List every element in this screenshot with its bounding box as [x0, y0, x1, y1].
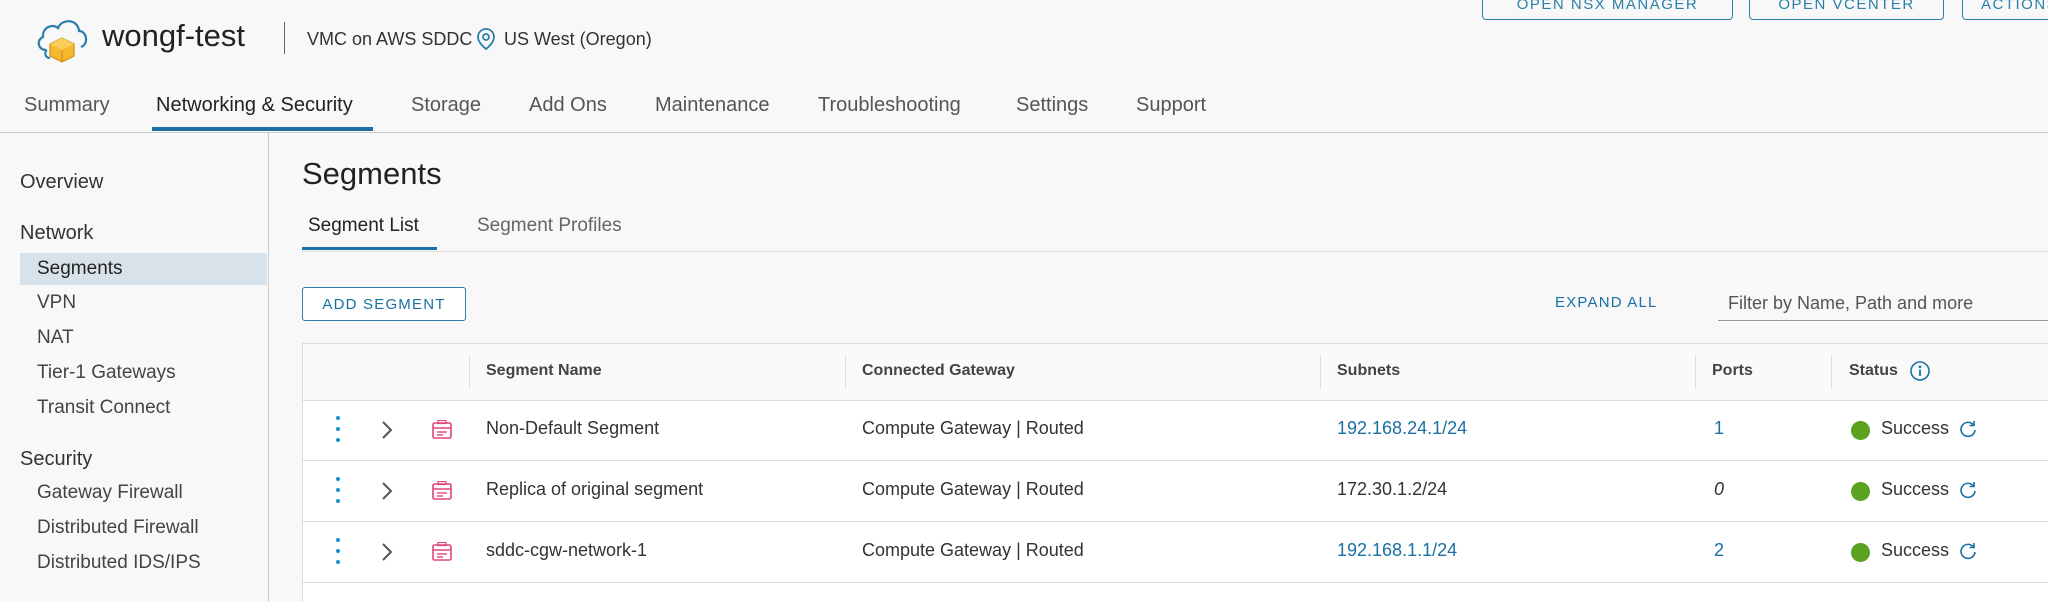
- connected-gateway: Compute Gateway | Routed: [862, 540, 1084, 560]
- refresh-icon[interactable]: [1958, 480, 1978, 500]
- ports-count: 0: [1714, 479, 1725, 499]
- segment-icon: [432, 481, 452, 500]
- status-text: Success: [1881, 479, 1950, 499]
- segment-name: Non-Default Segment: [486, 418, 660, 438]
- tab-settings[interactable]: Settings: [1016, 94, 1088, 117]
- actions-button[interactable]: ACTIONS: [1962, 0, 2048, 20]
- status-text: Success: [1881, 418, 1950, 438]
- sidebar-heading-network: Network: [20, 222, 94, 244]
- segment-icon: [432, 542, 452, 561]
- header-bar: wongf-test VMC on AWS SDDC US West (Oreg…: [0, 0, 2048, 74]
- segment-name: sddc-cgw-network-1: [486, 540, 648, 560]
- table-row[interactable]: Replica of original segment Compute Gate…: [303, 461, 2048, 522]
- active-tab-indicator: [152, 127, 373, 131]
- row-actions-menu-icon[interactable]: [334, 538, 342, 566]
- column-header-ports[interactable]: Ports: [1712, 362, 1753, 380]
- sidebar-item-gateway-firewall[interactable]: Gateway Firewall: [20, 477, 267, 509]
- subnet-link[interactable]: 192.168.24.1/24: [1337, 418, 1467, 439]
- subnet-text: 172.30.1.2/24: [1337, 479, 1448, 499]
- sddc-type-label: VMC on AWS SDDC: [307, 29, 473, 49]
- success-status-icon: [1851, 421, 1870, 440]
- sidebar-heading-security: Security: [20, 448, 93, 470]
- sidebar: Overview Network Segments VPN NAT Tier-1…: [0, 132, 269, 602]
- status-text: Success: [1881, 540, 1950, 560]
- sub-tab-bar: Segment List Segment Profiles: [302, 206, 2048, 252]
- sidebar-item-vpn[interactable]: VPN: [20, 287, 267, 319]
- sidebar-item-transit-connect[interactable]: Transit Connect: [20, 392, 267, 424]
- column-header-status[interactable]: Status: [1849, 362, 1898, 380]
- success-status-icon: [1851, 482, 1870, 501]
- connected-gateway: Compute Gateway | Routed: [862, 418, 1084, 438]
- tab-maintenance[interactable]: Maintenance: [655, 94, 770, 117]
- success-status-icon: [1851, 543, 1870, 562]
- refresh-icon[interactable]: [1958, 419, 1978, 439]
- region-label: US West (Oregon): [504, 29, 652, 49]
- sidebar-item-distributed-ids-ips[interactable]: Distributed IDS/IPS: [20, 547, 267, 579]
- tab-segment-list[interactable]: Segment List: [308, 215, 419, 237]
- column-separator: [845, 356, 846, 388]
- column-header-subnets[interactable]: Subnets: [1337, 362, 1400, 380]
- table-row[interactable]: Non-Default Segment Compute Gateway | Ro…: [303, 400, 2048, 461]
- tab-troubleshooting[interactable]: Troubleshooting: [818, 94, 961, 117]
- filter-input[interactable]: [1718, 287, 2048, 321]
- segments-table: Segment Name Connected Gateway Subnets P…: [302, 343, 2048, 602]
- column-separator: [1831, 356, 1832, 388]
- column-header-segment-name[interactable]: Segment Name: [486, 362, 602, 380]
- row-actions-menu-icon[interactable]: [334, 416, 342, 444]
- vmc-cloud-logo-icon: [37, 20, 88, 63]
- sidebar-item-segments[interactable]: Segments: [20, 253, 267, 285]
- chevron-right-icon[interactable]: [381, 420, 393, 440]
- segment-name: Replica of original segment: [486, 479, 704, 499]
- sidebar-item-nat[interactable]: NAT: [20, 322, 267, 354]
- header-divider: [284, 22, 285, 54]
- table-row[interactable]: sddc-cgw-network-1 Compute Gateway | Rou…: [303, 522, 2048, 583]
- active-subtab-indicator: [302, 247, 437, 250]
- tab-networking-security[interactable]: Networking & Security: [156, 94, 353, 117]
- segment-icon: [432, 420, 452, 439]
- tab-storage[interactable]: Storage: [411, 94, 481, 117]
- open-nsx-manager-button[interactable]: OPEN NSX MANAGER: [1482, 0, 1733, 20]
- sidebar-item-distributed-firewall[interactable]: Distributed Firewall: [20, 512, 267, 544]
- tab-segment-profiles[interactable]: Segment Profiles: [477, 215, 622, 237]
- sidebar-item-tier1-gateways[interactable]: Tier-1 Gateways: [20, 357, 267, 389]
- main-tab-bar: Summary Networking & Security Storage Ad…: [0, 80, 2048, 133]
- subnet-link[interactable]: 192.168.1.1/24: [1337, 540, 1457, 561]
- add-segment-button[interactable]: ADD SEGMENT: [302, 287, 466, 321]
- column-separator: [1320, 356, 1321, 388]
- sidebar-item-overview[interactable]: Overview: [20, 171, 103, 194]
- chevron-right-icon[interactable]: [381, 481, 393, 501]
- tab-summary[interactable]: Summary: [24, 94, 110, 117]
- refresh-icon[interactable]: [1958, 541, 1978, 561]
- tab-add-ons[interactable]: Add Ons: [529, 94, 607, 117]
- chevron-right-icon[interactable]: [381, 542, 393, 562]
- expand-all-link[interactable]: EXPAND ALL: [1555, 294, 1658, 311]
- ports-link[interactable]: 2: [1714, 540, 1724, 561]
- table-header: Segment Name Connected Gateway Subnets P…: [303, 344, 2048, 401]
- column-header-connected-gateway[interactable]: Connected Gateway: [862, 362, 1015, 380]
- location-pin-icon: [477, 28, 495, 51]
- open-vcenter-button[interactable]: OPEN VCENTER: [1749, 0, 1944, 20]
- app-title: wongf-test: [102, 18, 246, 53]
- column-separator: [469, 356, 470, 388]
- connected-gateway: Compute Gateway | Routed: [862, 479, 1084, 499]
- page-title: Segments: [302, 156, 442, 191]
- tab-support[interactable]: Support: [1136, 94, 1206, 117]
- info-icon[interactable]: [1909, 360, 1931, 382]
- column-separator: [1695, 356, 1696, 388]
- ports-link[interactable]: 1: [1714, 418, 1724, 439]
- row-actions-menu-icon[interactable]: [334, 477, 342, 505]
